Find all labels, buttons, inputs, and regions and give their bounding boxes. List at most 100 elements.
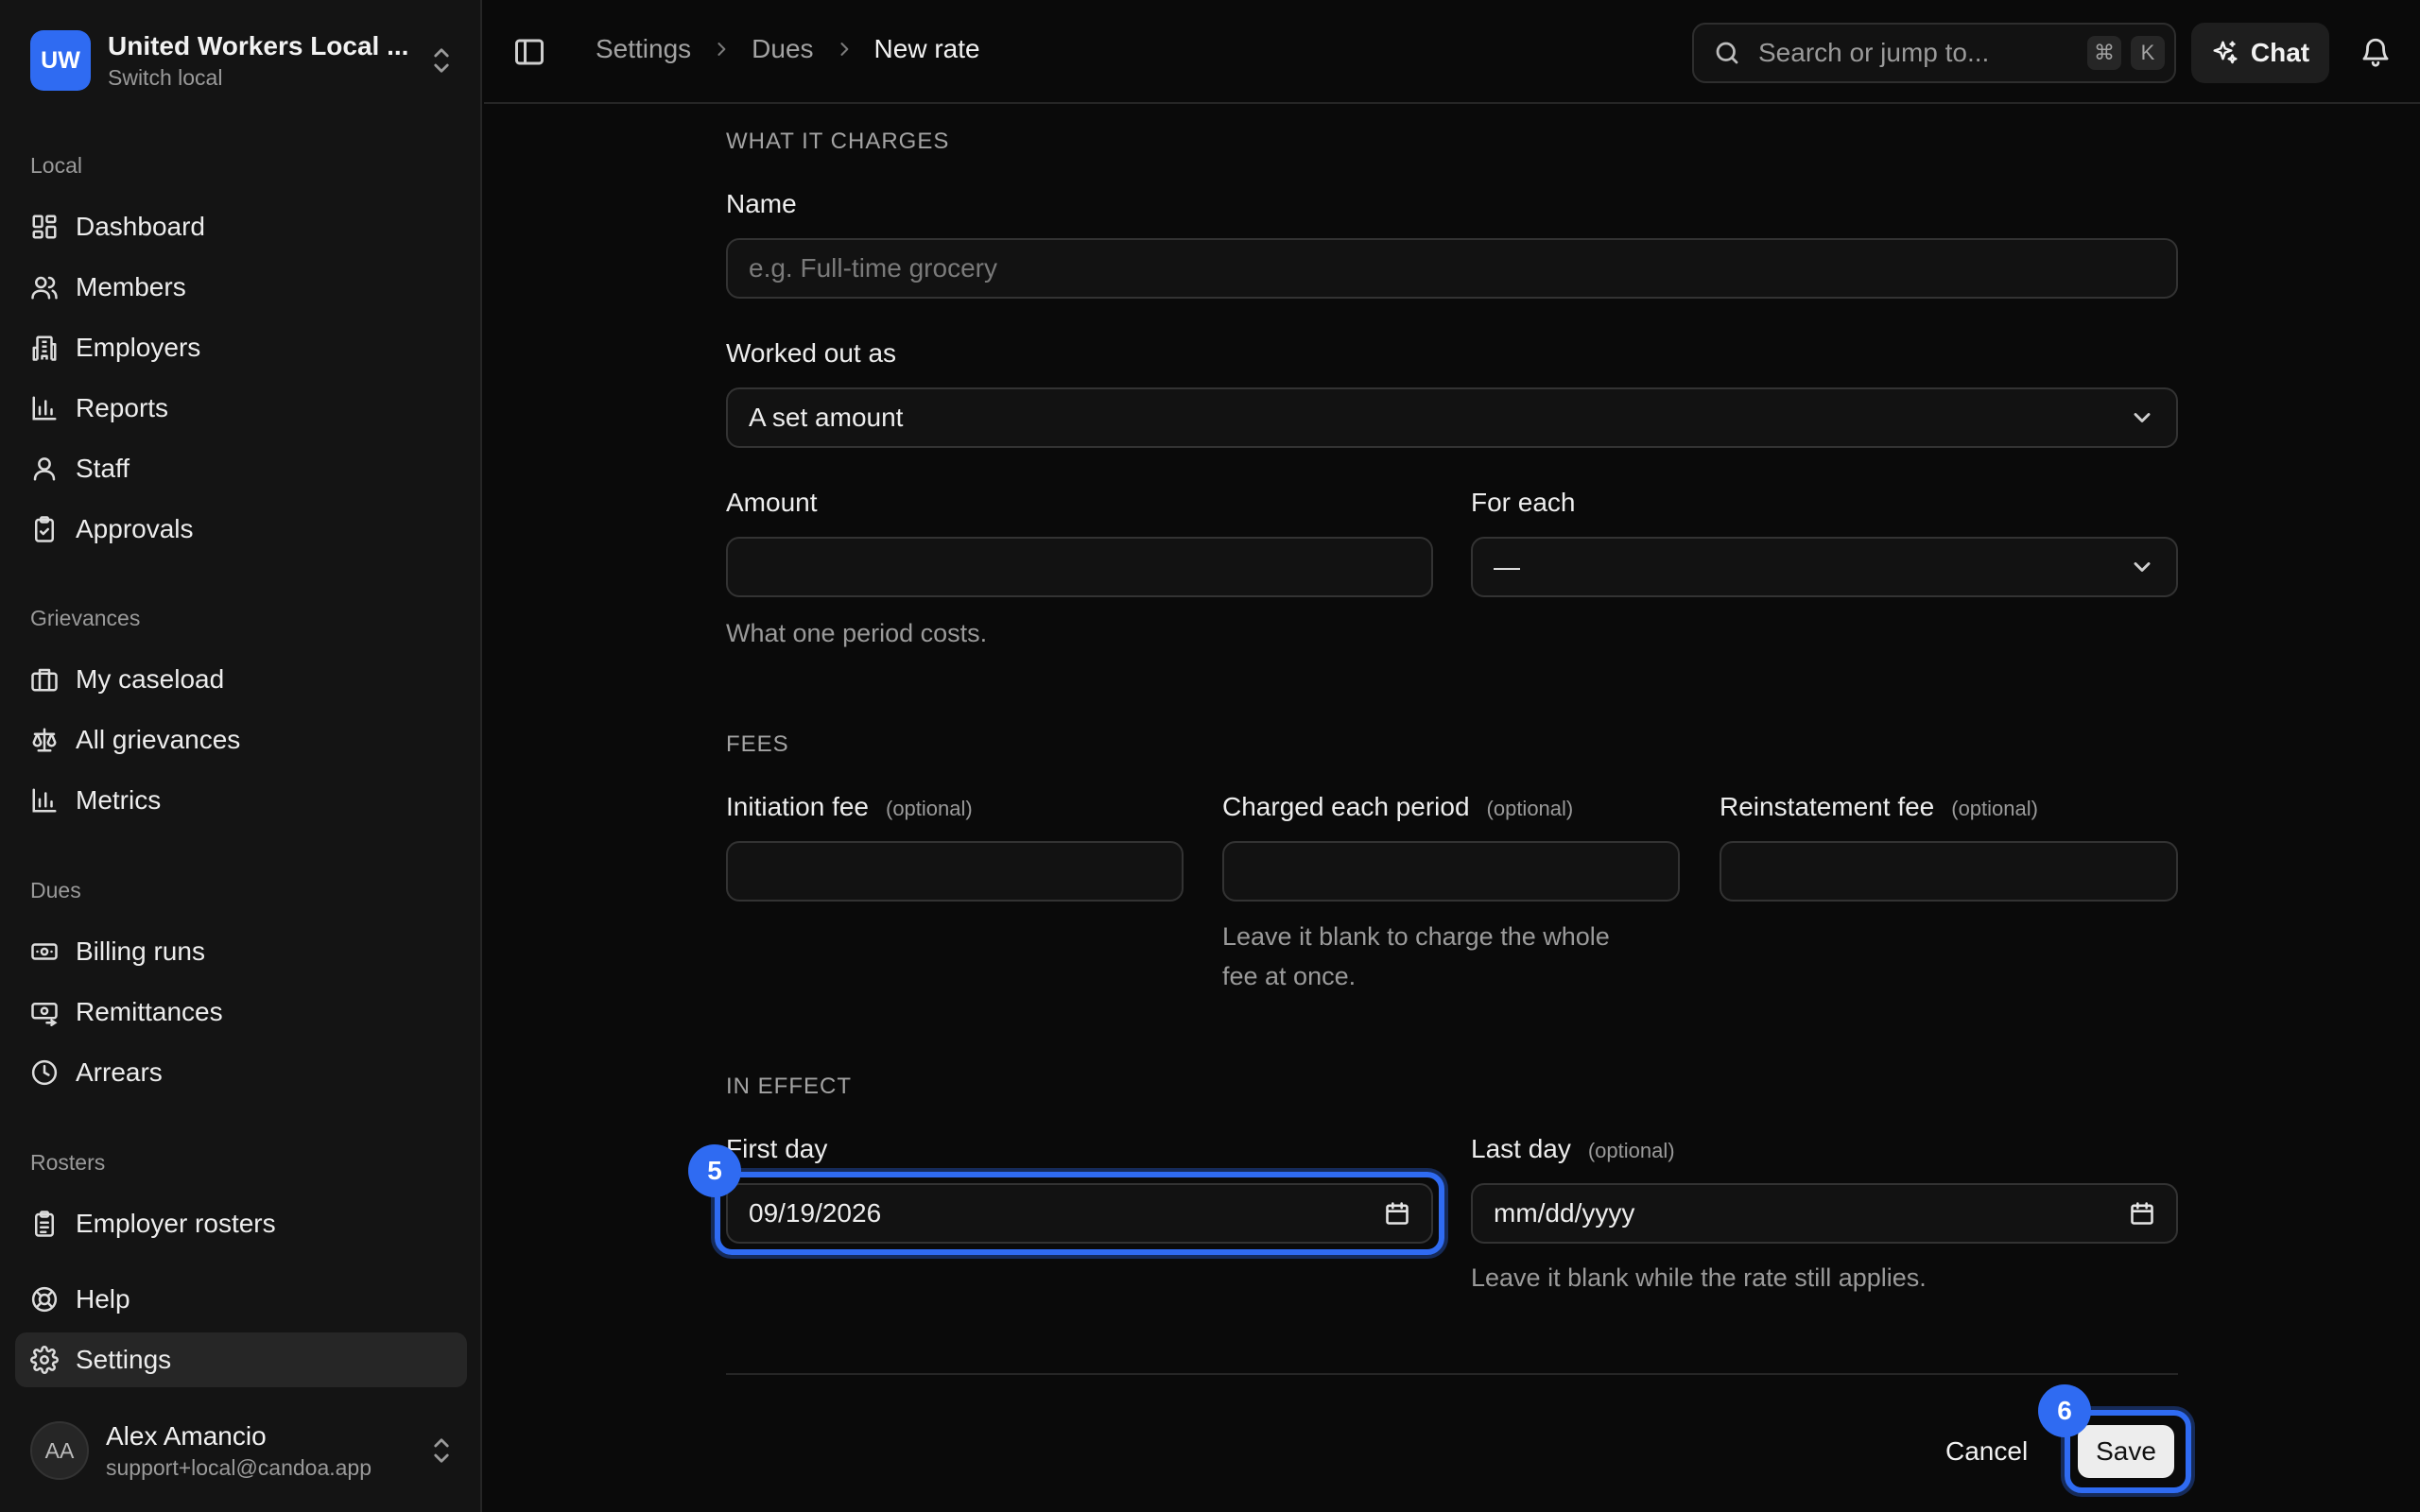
save-button[interactable]: Save xyxy=(2078,1425,2174,1478)
initiation-fee-input[interactable] xyxy=(726,841,1184,902)
breadcrumb-current: New rate xyxy=(873,34,980,63)
clock-icon xyxy=(31,1059,58,1086)
dashboard-icon xyxy=(32,215,57,239)
form-divider xyxy=(726,1373,2178,1375)
sparkles-icon xyxy=(2213,41,2238,64)
lifebuoy-icon xyxy=(31,1286,58,1313)
search-input[interactable]: Search or jump to... ⌘ K xyxy=(1692,23,2176,83)
amount-input[interactable] xyxy=(726,537,1433,597)
sidebar-item-employer-rosters[interactable]: Employer rosters xyxy=(15,1196,467,1251)
optional-tag: (optional) xyxy=(1486,797,1574,820)
org-name: United Workers Local ... xyxy=(108,30,409,60)
sidebar-item-reports[interactable]: Reports xyxy=(15,381,467,436)
calendar-icon[interactable] xyxy=(2129,1200,2155,1227)
section-label-dues: Dues xyxy=(30,878,81,902)
shortcut-key: K xyxy=(2131,36,2165,70)
users-icon xyxy=(31,276,58,300)
first-day-date-input[interactable]: 09/19/2026 xyxy=(726,1183,1433,1244)
section-title-fees: FEES xyxy=(726,731,789,757)
search-icon xyxy=(1716,42,1738,64)
sidebar-item-label: Arrears xyxy=(76,1057,163,1087)
chevron-down-icon xyxy=(2134,562,2151,572)
section-label-rosters: Rosters xyxy=(30,1150,106,1175)
chevron-up-down-icon xyxy=(434,1438,449,1463)
name-input[interactable]: e.g. Full-time grocery xyxy=(726,238,2178,299)
chat-label: Chat xyxy=(2250,38,2310,67)
breadcrumb-dues[interactable]: Dues xyxy=(752,34,813,64)
chevron-right-icon xyxy=(717,43,726,56)
sidebar-item-approvals[interactable]: Approvals xyxy=(15,502,467,557)
sidebar-item-label: Remittances xyxy=(76,997,223,1026)
chevron-right-icon xyxy=(840,43,848,56)
clipboard-check-icon xyxy=(35,516,54,542)
topbar: Settings Dues New rate Search or jump to… xyxy=(484,0,2420,104)
search-placeholder: Search or jump to... xyxy=(1758,38,1990,67)
avatar: AA xyxy=(30,1421,89,1480)
sidebar-item-arrears[interactable]: Arrears xyxy=(15,1045,467,1100)
sidebar-item-label: Dashboard xyxy=(76,212,205,241)
sidebar-item-employers[interactable]: Employers xyxy=(15,320,467,375)
sidebar-item-label: Staff xyxy=(76,454,130,483)
calendar-icon[interactable] xyxy=(1384,1200,1410,1227)
sidebar-item-staff[interactable]: Staff xyxy=(15,441,467,496)
bar-chart-icon xyxy=(32,396,57,421)
last-day-placeholder: mm/dd/yyyy xyxy=(1494,1198,1635,1228)
sidebar-item-my-caseload[interactable]: My caseload xyxy=(15,652,467,707)
breadcrumb-settings[interactable]: Settings xyxy=(596,34,691,64)
user-name: Alex Amancio xyxy=(106,1420,267,1451)
first-day-value: 09/19/2026 xyxy=(749,1198,882,1228)
briefcase-icon xyxy=(31,668,58,692)
optional-tag: (optional) xyxy=(886,797,973,820)
worked-out-label: Worked out as xyxy=(726,338,897,368)
building-icon xyxy=(32,335,57,361)
shortcut-mod-key: ⌘ xyxy=(2087,36,2121,70)
org-switcher[interactable]: UW United Workers Local ... Switch local xyxy=(30,28,456,93)
banknote-icon xyxy=(31,943,58,960)
first-day-label: First day xyxy=(726,1134,828,1163)
reinstatement-fee-input[interactable] xyxy=(1720,841,2178,902)
sidebar-item-remittances[interactable]: Remittances xyxy=(15,985,467,1040)
last-day-label: Last day (optional) xyxy=(1471,1134,1675,1163)
sidebar-item-all-grievances[interactable]: All grievances xyxy=(15,713,467,767)
amount-help: What one period costs. xyxy=(726,619,988,647)
sidebar-item-metrics[interactable]: Metrics xyxy=(15,773,467,828)
org-switch-label: Switch local xyxy=(108,64,223,90)
sidebar-item-label: Approvals xyxy=(76,514,194,543)
step-badge: 6 xyxy=(2038,1384,2091,1437)
name-label: Name xyxy=(726,189,797,218)
charged-each-period-input[interactable] xyxy=(1222,841,1680,902)
section-title-in-effect: IN EFFECT xyxy=(726,1074,852,1099)
charged-each-period-help: Leave it blank to charge the whole fee a… xyxy=(1222,922,1610,990)
sidebar-item-dashboard[interactable]: Dashboard xyxy=(15,199,467,254)
sidebar-item-label: Billing runs xyxy=(76,936,205,966)
last-day-date-input[interactable]: mm/dd/yyyy xyxy=(1471,1183,2178,1244)
charged-each-period-label: Charged each period (optional) xyxy=(1222,792,1574,821)
user-icon xyxy=(33,457,56,481)
user-email: support+local@candoa.app xyxy=(106,1454,372,1480)
cancel-button[interactable]: Cancel xyxy=(1945,1436,2028,1467)
user-menu[interactable]: AA Alex Amancio support+local@candoa.app xyxy=(30,1418,456,1484)
reinstatement-fee-label: Reinstatement fee (optional) xyxy=(1720,792,2038,821)
for-each-select[interactable]: — xyxy=(1471,537,2178,597)
chat-button[interactable]: Chat xyxy=(2191,23,2329,83)
sidebar-item-billing-runs[interactable]: Billing runs xyxy=(15,924,467,979)
sidebar-item-members[interactable]: Members xyxy=(15,260,467,315)
section-label-local: Local xyxy=(30,153,82,178)
worked-out-select[interactable]: A set amount xyxy=(726,387,2178,448)
chevron-down-icon xyxy=(2134,413,2151,422)
sidebar-toggle-icon[interactable] xyxy=(512,35,546,69)
sidebar-item-help[interactable]: Help xyxy=(15,1272,467,1327)
initiation-fee-label: Initiation fee (optional) xyxy=(726,792,973,821)
sidebar-item-label: My caseload xyxy=(76,664,225,694)
breadcrumb: Settings Dues New rate xyxy=(596,34,980,64)
gear-icon xyxy=(30,1346,59,1374)
sidebar-item-settings[interactable]: Settings xyxy=(15,1332,467,1387)
sidebar-item-label: Reports xyxy=(76,393,169,422)
section-title-what-it-charges: WHAT IT CHARGES xyxy=(726,129,950,154)
scale-icon xyxy=(32,728,57,752)
last-day-help: Leave it blank while the rate still appl… xyxy=(1471,1263,1927,1292)
bell-icon[interactable] xyxy=(2360,36,2392,68)
optional-tag: (optional) xyxy=(1951,797,2038,820)
sidebar-item-label: Metrics xyxy=(76,785,162,815)
chevron-up-down-icon xyxy=(434,48,449,73)
